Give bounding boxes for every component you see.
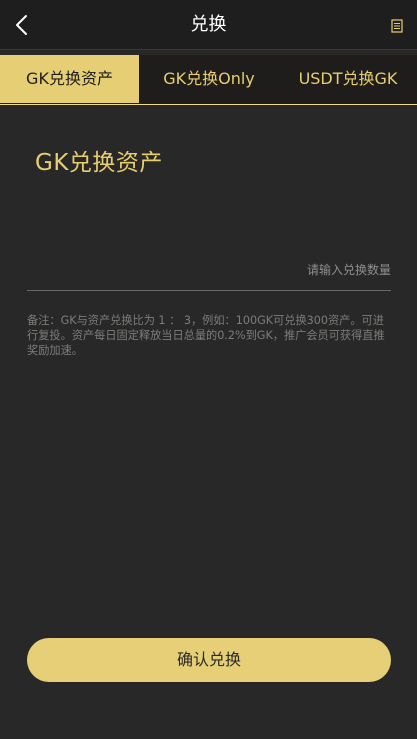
page-title: 兑换: [190, 14, 227, 35]
amount-input[interactable]: [27, 255, 391, 285]
exchange-screen: 兑换 GK兑换资产 GK兑换Only USDT兑换GK GK兑换资产 备注：GK…: [0, 0, 417, 739]
input-underline: [27, 290, 391, 291]
document-icon[interactable]: [391, 19, 403, 33]
exchange-note: 备注：GK与资产兑换比为 1 ： 3，例如：100GK可兑换300资产。可进行复…: [27, 314, 385, 357]
section-title: GK兑换资产: [35, 150, 163, 176]
exchange-tabs: GK兑换资产 GK兑换Only USDT兑换GK: [0, 55, 417, 105]
tab-gk-to-only[interactable]: GK兑换Only: [139, 55, 279, 103]
tab-usdt-to-gk[interactable]: USDT兑换GK: [279, 55, 417, 103]
tabs-divider: [0, 104, 417, 105]
tab-gk-to-asset[interactable]: GK兑换资产: [0, 55, 139, 103]
confirm-exchange-button[interactable]: 确认兑换: [27, 638, 391, 682]
app-header: 兑换: [0, 0, 417, 50]
